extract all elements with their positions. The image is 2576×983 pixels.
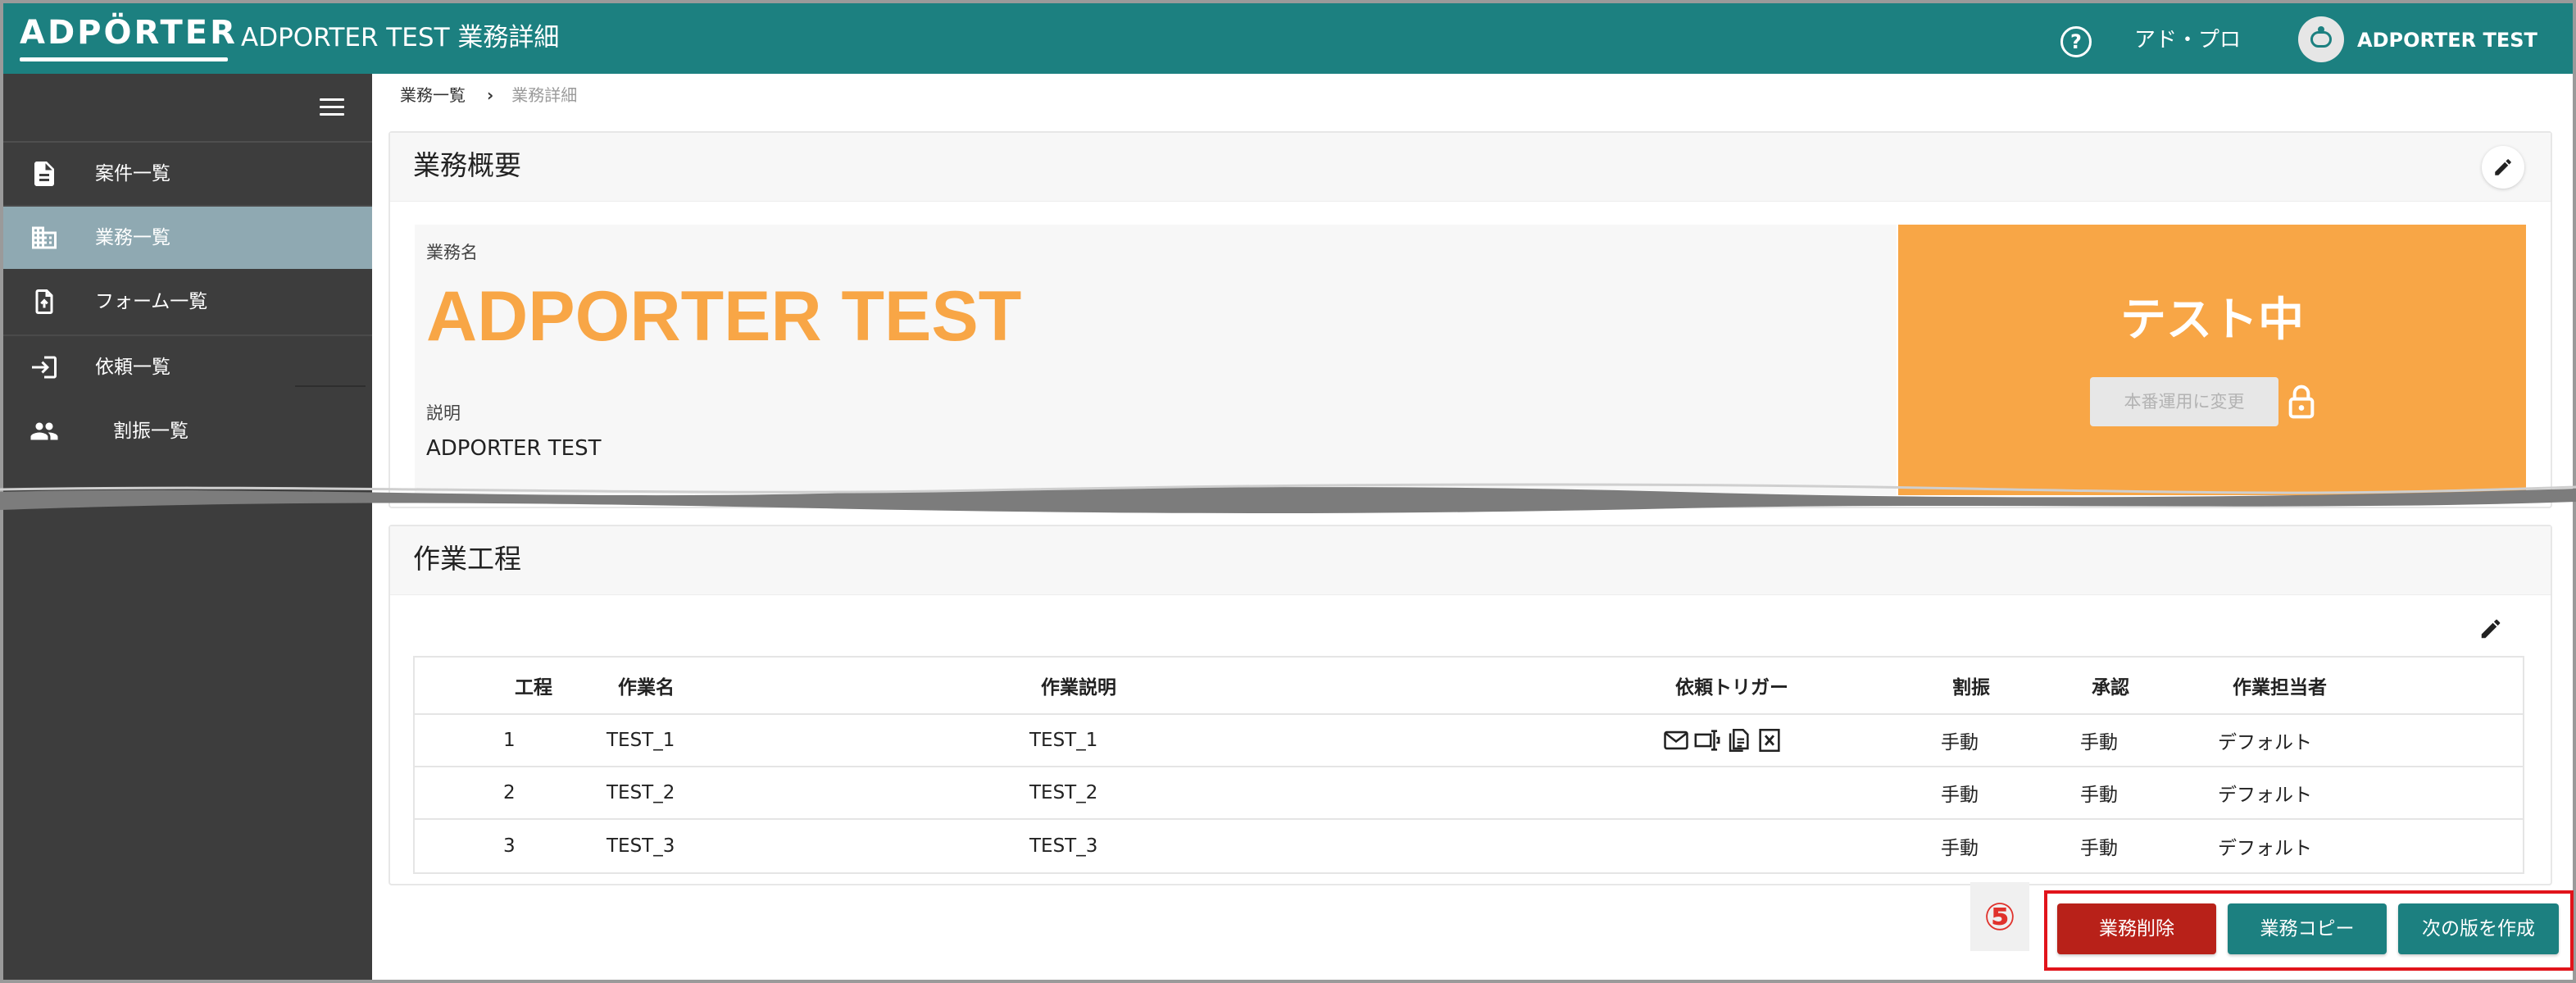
form-input-icon [1694, 730, 1720, 751]
column-header: 作業説明 [1041, 677, 1116, 699]
logo-wordmark: ADPÖRTER [20, 14, 238, 52]
edit-overview-button[interactable] [2482, 146, 2524, 189]
mail-icon [1664, 730, 1688, 750]
step-cell: 1 [503, 730, 516, 751]
document-icon [34, 162, 54, 186]
sidebar-item-assignments[interactable]: 割振一覧 [3, 400, 372, 462]
column-header: 承認 [2092, 677, 2129, 699]
task-desc-cell: TEST_3 [1029, 835, 1098, 857]
description-value: ADPORTER TEST [426, 436, 602, 461]
annotation-marker: ⑤ [1970, 882, 2029, 951]
form-icon [35, 289, 53, 314]
column-header: 工程 [515, 677, 552, 699]
logo-underline [20, 57, 228, 61]
task-name-cell: TEST_2 [607, 782, 675, 803]
step-cell: 2 [503, 782, 516, 803]
assign-cell: 手動 [1941, 785, 1979, 806]
switch-to-production-button[interactable]: 本番運用に変更 [2090, 377, 2278, 426]
overview-card: 業務概要 業務名 ADPORTER TEST 説明 ADPORTER TEST … [388, 131, 2552, 508]
process-card: 作業工程 工程 作業名 作業説明 依頼トリガー 割振 承認 作業担当者 1 TE… [388, 525, 2552, 885]
avatar[interactable] [2298, 16, 2344, 62]
column-header: 作業名 [618, 677, 675, 699]
status-panel: テスト中 本番運用に変更 [1898, 225, 2526, 495]
building-icon [32, 226, 57, 249]
approve-cell: 手動 [2080, 732, 2118, 753]
table-row[interactable]: 1 TEST_1 TEST_1 手動 手動 デフォルト [415, 715, 2523, 767]
task-name-cell: TEST_1 [607, 730, 675, 751]
login-arrow-icon [32, 356, 57, 379]
worker-cell: デフォルト [2218, 838, 2312, 859]
menu-icon[interactable] [320, 98, 344, 116]
sidebar-item-cases[interactable]: 案件一覧 [3, 143, 372, 205]
torn-section-divider [0, 483, 2576, 513]
copy-task-button[interactable]: 業務コピー [2228, 903, 2387, 954]
sidebar-item-forms[interactable]: フォーム一覧 [3, 271, 372, 333]
overview-card-header: 業務概要 [390, 133, 2551, 202]
status-text: テスト中 [2120, 294, 2304, 347]
lock-icon[interactable] [2285, 382, 2318, 421]
assign-cell: 手動 [1941, 838, 1979, 859]
avatar-body [2310, 31, 2332, 48]
role-label: アド・プロ [2134, 28, 2242, 52]
app-header: ADPÖRTER ADPORTER TEST 業務詳細 ? アド・プロ ADPO… [3, 3, 2573, 74]
process-title: 作業工程 [413, 543, 521, 575]
excel-icon [1759, 728, 1780, 753]
worker-cell: デフォルト [2218, 732, 2312, 753]
sidebar-item-label: 依頼一覧 [95, 357, 170, 378]
table-row[interactable]: 2 TEST_2 TEST_2 手動 手動 デフォルト [415, 767, 2523, 820]
task-name-cell: TEST_3 [607, 835, 675, 857]
sidebar-divider [295, 385, 366, 387]
people-icon [30, 422, 58, 440]
description-label: 説明 [426, 403, 461, 423]
column-header: 依頼トリガー [1675, 677, 1788, 699]
sidebar-item-tasks[interactable]: 業務一覧 [3, 207, 372, 269]
breadcrumb-current: 業務詳細 [511, 85, 578, 105]
worker-cell: デフォルト [2218, 785, 2312, 806]
column-header: 作業担当者 [2233, 677, 2327, 699]
delete-task-button[interactable]: 業務削除 [2057, 903, 2216, 954]
process-card-header: 作業工程 [390, 526, 2551, 595]
table-row[interactable]: 3 TEST_3 TEST_3 手動 手動 デフォルト [415, 820, 2523, 872]
sidebar-item-requests[interactable]: 依頼一覧 [3, 336, 372, 398]
breadcrumb-link-tasks[interactable]: 業務一覧 [400, 85, 466, 105]
sidebar: 案件一覧 業務一覧 フォーム一覧 依頼一覧 割振一覧 [3, 74, 372, 980]
task-desc-cell: TEST_2 [1029, 782, 1098, 803]
pencil-icon [2495, 159, 2511, 175]
table-header-row: 工程 作業名 作業説明 依頼トリガー 割振 承認 作業担当者 [415, 658, 2523, 715]
task-name-label: 業務名 [426, 243, 478, 262]
sidebar-item-label: 業務一覧 [95, 227, 170, 248]
approve-cell: 手動 [2080, 838, 2118, 859]
sidebar-item-label: 案件一覧 [95, 163, 170, 184]
sidebar-item-label: フォーム一覧 [95, 291, 208, 312]
breadcrumb: 業務一覧 › 業務詳細 [400, 84, 577, 107]
page-title: ADPORTER TEST 業務詳細 [241, 23, 560, 52]
edit-process-icon[interactable] [2478, 617, 2503, 641]
column-header: 割振 [1952, 677, 1990, 699]
approve-cell: 手動 [2080, 785, 2118, 806]
overview-body: 業務名 ADPORTER TEST 説明 ADPORTER TEST [415, 225, 1897, 495]
step-cell: 3 [503, 835, 516, 857]
document-copy-icon [1729, 728, 1749, 753]
assign-cell: 手動 [1941, 732, 1979, 753]
chevron-right-icon: › [487, 85, 494, 105]
help-icon[interactable]: ? [2060, 26, 2092, 57]
task-desc-cell: TEST_1 [1029, 730, 1098, 751]
trigger-icons [1662, 726, 1783, 754]
sidebar-item-label: 割振一覧 [113, 421, 189, 442]
user-name[interactable]: ADPORTER TEST [2357, 26, 2537, 54]
create-next-version-button[interactable]: 次の版を作成 [2398, 903, 2559, 954]
overview-title: 業務概要 [413, 149, 521, 181]
adporter-logo[interactable]: ADPÖRTER [20, 14, 238, 64]
process-table: 工程 作業名 作業説明 依頼トリガー 割振 承認 作業担当者 1 TEST_1 … [413, 656, 2524, 874]
task-name-value: ADPORTER TEST [426, 277, 1022, 356]
